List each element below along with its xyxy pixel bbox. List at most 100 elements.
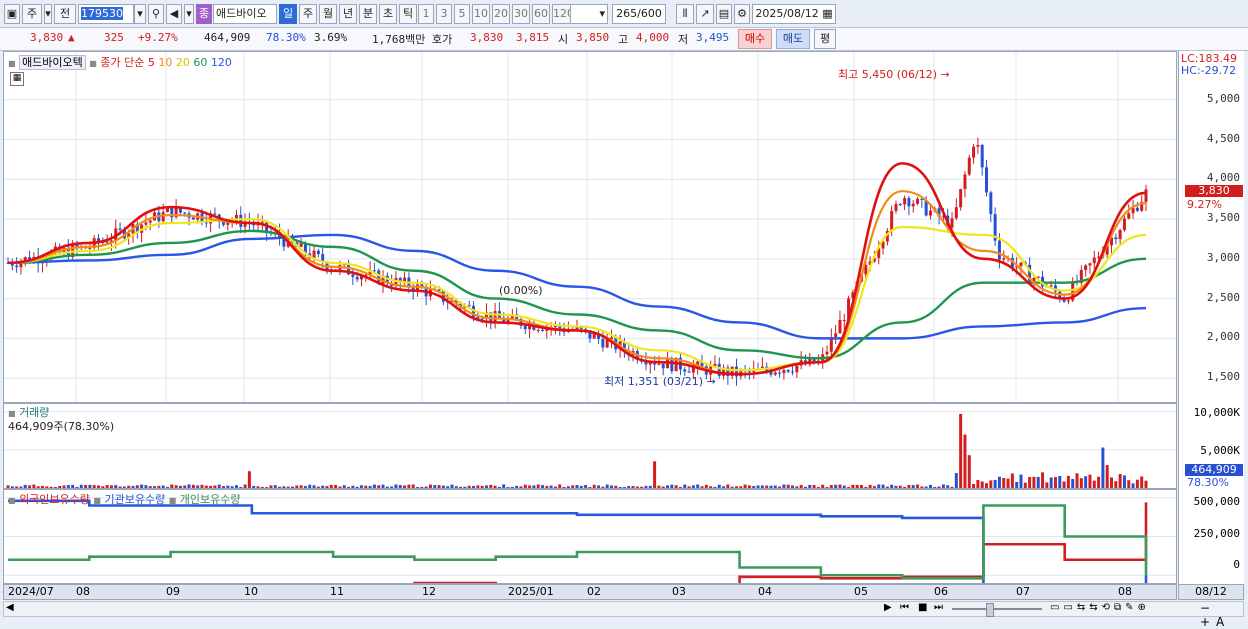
period-tab-1[interactable]: 주 xyxy=(299,4,317,24)
price-tick-0: 1,500 xyxy=(1206,370,1240,384)
volume-bar xyxy=(1114,481,1118,488)
candle-body xyxy=(976,145,980,147)
volume-chart[interactable] xyxy=(4,404,1176,488)
period-tab-5[interactable]: 초 xyxy=(379,4,397,24)
ma20-legend[interactable]: 20 xyxy=(176,56,190,69)
sell-button[interactable]: 매도 xyxy=(776,29,810,49)
volume-bar xyxy=(480,485,484,488)
volume-bar xyxy=(66,485,70,488)
period-tab-0[interactable]: 일 xyxy=(279,4,297,24)
interval-button-1[interactable]: 3 xyxy=(436,4,452,24)
volume-bar xyxy=(338,486,342,488)
stock-name-field[interactable]: 애드바이오 xyxy=(213,4,277,24)
sound-icon[interactable]: ◀ xyxy=(166,4,182,24)
volume-bar xyxy=(756,485,760,488)
buy-button[interactable]: 매수 xyxy=(738,29,772,49)
candle-body xyxy=(15,265,19,268)
calculator-icon[interactable]: ▦ xyxy=(10,72,24,86)
first-icon[interactable]: ⏮ xyxy=(900,602,909,613)
zoom-thumb[interactable] xyxy=(986,603,994,617)
foreign-legend[interactable]: 외국인보유수량 xyxy=(19,493,90,506)
price-chart[interactable] xyxy=(4,52,1176,402)
code-dropdown-icon[interactable]: ▾ xyxy=(134,4,146,24)
search-icon[interactable]: ⚲ xyxy=(148,4,164,24)
scroll-right-icon[interactable]: ▶ xyxy=(884,602,892,613)
volume-bar xyxy=(588,487,592,488)
interval-button-0[interactable]: 1 xyxy=(418,4,434,24)
quote-open: 3,850 xyxy=(576,31,610,44)
candle-body xyxy=(493,311,497,322)
interval-button-6[interactable]: 60 xyxy=(532,4,550,24)
prev-next-select[interactable]: 전 xyxy=(54,4,76,24)
hold-tick-0: 0 xyxy=(1233,558,1240,571)
candle-body xyxy=(1122,218,1126,231)
volume-bar xyxy=(101,486,105,488)
period-tab-6[interactable]: 틱 xyxy=(399,4,417,24)
candle-type-icon[interactable]: ⫴ xyxy=(676,4,694,24)
volume-bar xyxy=(894,485,898,488)
volume-bar xyxy=(312,485,316,488)
code-input[interactable]: 179530 xyxy=(78,4,134,24)
ma-legend-prefix[interactable]: 종가 단순 xyxy=(100,56,144,69)
sound-dropdown-icon[interactable]: ▾ xyxy=(184,4,194,24)
volume-bar xyxy=(954,473,958,488)
mode-dropdown-icon[interactable]: ▾ xyxy=(44,4,52,24)
count-select[interactable]: ▾ xyxy=(570,4,608,24)
save-icon[interactable]: ▤ xyxy=(716,4,732,24)
interval-button-4[interactable]: 20 xyxy=(492,4,510,24)
ma5-legend[interactable]: 5 xyxy=(148,56,155,69)
interval-button-5[interactable]: 30 xyxy=(512,4,530,24)
last-icon[interactable]: ⏭ xyxy=(934,602,943,613)
volume-bar xyxy=(760,485,764,488)
zoom-slider[interactable] xyxy=(952,608,1042,610)
tool-icons[interactable]: ▭▭⇆⇆⟲⧉✎⊕ xyxy=(1050,602,1150,613)
scrollbar[interactable]: ◀ ▶ ⏮ ■ ⏭ ▭▭⇆⇆⟲⧉✎⊕ −+A xyxy=(3,601,1244,629)
volume-bar xyxy=(985,483,989,488)
ma5-line xyxy=(7,162,1147,376)
volume-bar xyxy=(368,485,372,488)
count-field[interactable]: 265/600 xyxy=(612,4,666,24)
volume-bar xyxy=(722,486,726,488)
volume-bar xyxy=(515,485,519,488)
interval-button-3[interactable]: 10 xyxy=(472,4,490,24)
volume-bar xyxy=(1036,476,1040,488)
period-tab-4[interactable]: 분 xyxy=(359,4,377,24)
individual-legend[interactable]: 개인보유수량 xyxy=(180,493,241,506)
mode-select[interactable]: 주 xyxy=(22,4,42,24)
price-axis: LC:183.49 HC:-29.72 1,500 2,000 2,500 3,000… xyxy=(1178,51,1244,403)
volume-bar xyxy=(502,484,506,488)
volume-bar xyxy=(1118,474,1122,488)
interval-button-2[interactable]: 5 xyxy=(454,4,470,24)
interval-button-7[interactable]: 120 xyxy=(552,4,574,24)
holding-axis: 500,000 250,000 0 xyxy=(1178,489,1244,584)
ma60-legend[interactable]: 60 xyxy=(193,56,207,69)
period-tab-2[interactable]: 월 xyxy=(319,4,337,24)
volume-bar xyxy=(1066,475,1070,488)
stop-icon[interactable]: ■ xyxy=(918,602,927,613)
stock-title[interactable]: 애드바이오텍 xyxy=(19,55,86,70)
period-tab-3[interactable]: 년 xyxy=(339,4,357,24)
ma120-legend[interactable]: 120 xyxy=(211,56,232,69)
volume-bar xyxy=(144,485,148,488)
candle-body xyxy=(985,167,989,193)
institution-legend[interactable]: 기관보유수량 xyxy=(104,493,165,506)
candle-body xyxy=(972,146,976,158)
date-field[interactable]: 2025/08/12 ▦ xyxy=(752,4,836,24)
volume-bar xyxy=(946,485,950,488)
ma10-legend[interactable]: 10 xyxy=(158,56,172,69)
volume-bar xyxy=(213,485,217,488)
candle-body xyxy=(959,189,963,208)
volume-bar xyxy=(420,486,424,488)
volume-bar xyxy=(403,485,407,488)
chart-type-icon[interactable]: ▣ xyxy=(4,4,20,24)
trend-tool-icon[interactable]: ↗ xyxy=(696,4,714,24)
volume-bar xyxy=(1019,474,1023,488)
zoom-controls[interactable]: −+A xyxy=(1200,601,1243,629)
scroll-left-icon[interactable]: ◀ xyxy=(6,602,14,613)
eval-button[interactable]: 평 xyxy=(814,29,836,49)
volume-bar xyxy=(1105,465,1109,488)
x-tick-label-6: 2025/01 xyxy=(508,585,554,598)
gear-icon[interactable]: ⚙ xyxy=(734,4,750,24)
volume-bar xyxy=(734,486,738,488)
price-tick-4: 3,500 xyxy=(1206,211,1240,225)
